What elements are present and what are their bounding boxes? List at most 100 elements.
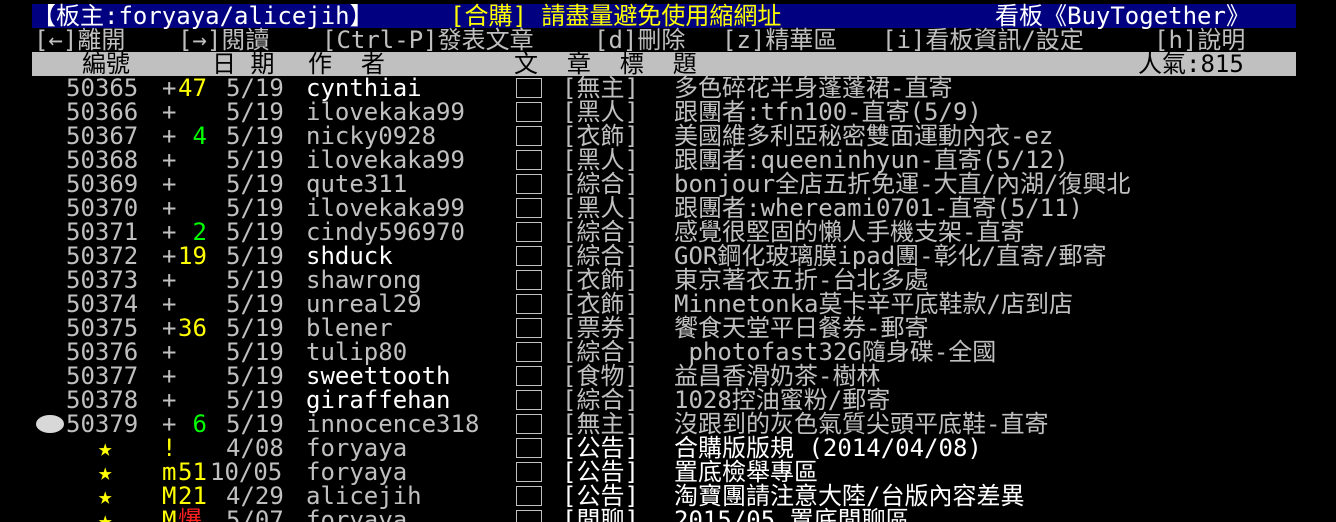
article-category: [綜合] bbox=[562, 242, 639, 270]
article-mark: + bbox=[162, 74, 177, 102]
article-mark: + bbox=[162, 242, 177, 270]
checkbox-icon bbox=[516, 462, 542, 482]
article-mark: + bbox=[162, 362, 177, 390]
checkbox-icon bbox=[516, 342, 542, 362]
pinned-row[interactable]: ★! 4/08 foryaya [公告] 合購版版規 (2014/04/08) bbox=[0, 436, 1336, 460]
checkbox-icon bbox=[516, 126, 542, 146]
article-row[interactable]: 50378 +5/19 giraffehan [綜合] 1028控油蜜粉/郵寄 bbox=[0, 388, 1336, 412]
article-number: 50376 bbox=[66, 338, 139, 366]
article-date: 10/05 bbox=[210, 458, 283, 486]
article-date: 5/19 bbox=[226, 362, 284, 390]
article-title: 1028控油蜜粉/郵寄 bbox=[674, 386, 891, 414]
article-row[interactable]: 50373 +5/19 shawrong [衣飾] 東京著衣五折-台北多處 bbox=[0, 268, 1336, 292]
checkbox-icon bbox=[516, 390, 542, 410]
article-date: 4/08 bbox=[226, 434, 284, 462]
pinned-row[interactable]: ★ M 21 4/29 alicejih [公告] 淘寶團請注意大陸/台版內容差異 bbox=[0, 484, 1336, 508]
checkbox-icon bbox=[516, 414, 542, 434]
article-title: GOR鋼化玻璃膜ipad團-彰化/直寄/郵寄 bbox=[674, 242, 1107, 270]
article-row[interactable]: 50366 +5/19 ilovekaka99 [黑人] 跟團者:tfn100-直寄(5… bbox=[0, 100, 1336, 124]
article-author: foryaya bbox=[306, 458, 408, 486]
article-title: 淘寶團請注意大陸/台版內容差異 bbox=[674, 482, 1025, 510]
article-author: blener bbox=[306, 314, 393, 342]
menu-info[interactable]: [i]看板資訊/設定 bbox=[882, 28, 1084, 52]
article-author: shduck bbox=[306, 242, 393, 270]
push-count: 21 bbox=[178, 482, 207, 510]
menu-delete[interactable]: [d]刪除 bbox=[594, 28, 685, 52]
article-title: 合購版版規 (2014/04/08) bbox=[674, 434, 982, 462]
article-number: 50367 bbox=[66, 122, 139, 150]
article-category: [閒聊] bbox=[562, 506, 639, 522]
board-name: 看板《BuyTogether》 bbox=[995, 2, 1250, 30]
article-author: shawrong bbox=[306, 266, 422, 294]
pinned-star-icon: ★ bbox=[98, 458, 113, 486]
article-row[interactable]: 50371 + 2 5/19 cindy596970 [綜合] 感覺很堅固的懶人手機支架-… bbox=[0, 220, 1336, 244]
header-title: 文 章 標 題 bbox=[514, 50, 697, 78]
article-title: 2015/05 置底閒聊區 bbox=[674, 506, 910, 522]
command-menu: [←]離開 [→]閱讀 [Ctrl-P]發表文章 [d]刪除 [z]精華區 [i… bbox=[0, 28, 1336, 52]
article-number: 50378 bbox=[66, 386, 139, 414]
article-row[interactable]: 50377 +5/19 sweettooth [食物] 益昌香滑奶茶-樹林 bbox=[0, 364, 1336, 388]
header-author: 作 者 bbox=[308, 50, 385, 78]
article-row[interactable]: 50370 +5/19 ilovekaka99 [黑人] 跟團者:whereami070… bbox=[0, 196, 1336, 220]
article-mark: + bbox=[162, 314, 177, 342]
checkbox-icon bbox=[516, 486, 542, 506]
article-number: 50372 bbox=[66, 242, 139, 270]
article-author: giraffehan bbox=[306, 386, 451, 414]
menu-help[interactable]: [h]說明 bbox=[1154, 28, 1245, 52]
article-row[interactable]: 50367 + 4 5/19 nicky0928 [衣飾] 美國維多利亞秘密雙面運動內衣-… bbox=[0, 124, 1336, 148]
article-row[interactable]: 50368 +5/19 ilovekaka99 [黑人] 跟團者:queeninhyun… bbox=[0, 148, 1336, 172]
article-date: 5/19 bbox=[226, 242, 284, 270]
pinned-row[interactable]: ★ M 爆 5/07 foryaya [閒聊] 2015/05 置底閒聊區 bbox=[0, 508, 1336, 522]
push-count: 6 bbox=[178, 410, 207, 438]
article-mark: + bbox=[162, 122, 177, 150]
article-date: 5/19 bbox=[226, 314, 284, 342]
article-category: [無主] bbox=[562, 74, 639, 102]
article-row[interactable]: 50376 +5/19 tulip80 [綜合] photofast32G隨身碟-全國 bbox=[0, 340, 1336, 364]
article-mark: + bbox=[162, 98, 177, 126]
article-author: foryaya bbox=[306, 434, 408, 462]
article-row[interactable]: 50365 +47 5/19 cynthiai [無主] 多色碎花半身蓬蓬裙-直寄 bbox=[0, 76, 1336, 100]
article-title: Minnetonka莫卡辛平底鞋款/店到店 bbox=[674, 290, 1073, 318]
menu-read[interactable]: [→]閱讀 bbox=[178, 28, 269, 52]
article-mark: + bbox=[162, 338, 177, 366]
menu-digest[interactable]: [z]精華區 bbox=[722, 28, 837, 52]
menu-back[interactable]: [←]離開 bbox=[34, 28, 125, 52]
article-title: 沒跟到的灰色氣質尖頭平底鞋-直寄 bbox=[674, 410, 1049, 438]
article-date: 5/19 bbox=[226, 218, 284, 246]
checkbox-icon bbox=[516, 150, 542, 170]
article-category: [綜合] bbox=[562, 218, 639, 246]
article-number: 50377 bbox=[66, 362, 139, 390]
menu-post[interactable]: [Ctrl-P]發表文章 bbox=[322, 28, 534, 52]
pinned-row[interactable]: ★ m 51 10/05 foryaya [公告] 置底檢舉專區 bbox=[0, 460, 1336, 484]
article-date: 5/19 bbox=[226, 74, 284, 102]
cursor-indicator bbox=[36, 415, 64, 433]
article-title: 美國維多利亞秘密雙面運動內衣-ez bbox=[674, 122, 1054, 150]
article-author: cynthiai bbox=[306, 74, 422, 102]
article-row[interactable]: 50369 +5/19 qute311 [綜合] bonjour全店五折免運-大直/內湖… bbox=[0, 172, 1336, 196]
push-count: 2 bbox=[178, 218, 207, 246]
article-author: cindy596970 bbox=[306, 218, 465, 246]
article-category: [公告] bbox=[562, 458, 639, 486]
article-number: 50379 bbox=[66, 410, 139, 438]
article-category: [公告] bbox=[562, 434, 639, 462]
article-category: [票券] bbox=[562, 314, 639, 342]
checkbox-icon bbox=[516, 438, 542, 458]
article-row[interactable]: 50372 +19 5/19 shduck [綜合] GOR鋼化玻璃膜ipad團-彰化/直… bbox=[0, 244, 1336, 268]
article-row[interactable]: 50375 +36 5/19 blener [票券] 饗食天堂平日餐券-郵寄 bbox=[0, 316, 1336, 340]
article-number: 50368 bbox=[66, 146, 139, 174]
article-date: 4/29 bbox=[226, 482, 284, 510]
article-author: unreal29 bbox=[306, 290, 422, 318]
article-category: [綜合] bbox=[562, 170, 639, 198]
article-title: 感覺很堅固的懶人手機支架-直寄 bbox=[674, 218, 1025, 246]
article-mark: m bbox=[162, 458, 177, 486]
article-date: 5/07 bbox=[226, 506, 284, 522]
article-row[interactable]: 50379 + 6 5/19 innocence318 [無主] 沒跟到的灰色氣質尖頭平底… bbox=[0, 412, 1336, 436]
article-author: ilovekaka99 bbox=[306, 194, 465, 222]
push-count: 51 bbox=[178, 458, 207, 486]
article-row[interactable]: 50374 +5/19 unreal29 [衣飾] Minnetonka莫卡辛平底鞋款/… bbox=[0, 292, 1336, 316]
article-date: 5/19 bbox=[226, 170, 284, 198]
article-date: 5/19 bbox=[226, 194, 284, 222]
article-date: 5/19 bbox=[226, 98, 284, 126]
push-count: 19 bbox=[178, 242, 207, 270]
article-date: 5/19 bbox=[226, 266, 284, 294]
